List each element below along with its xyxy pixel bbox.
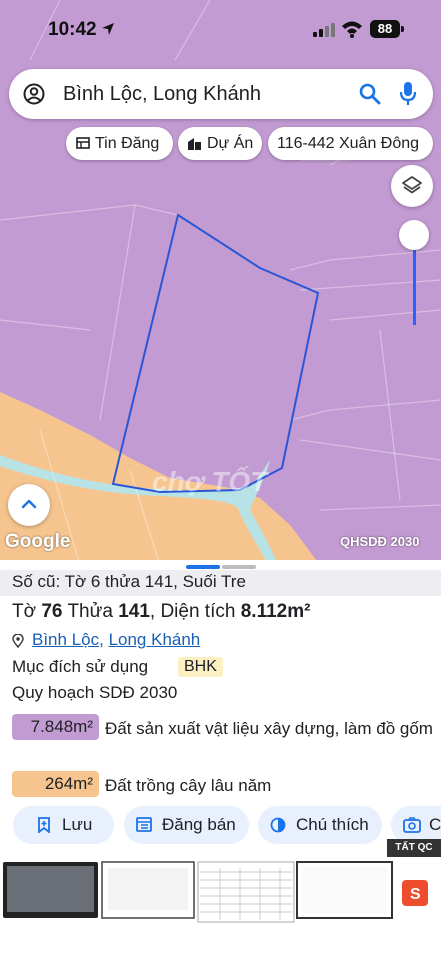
chip-listings-label: Tin Đăng [95, 135, 160, 152]
area-value: 8.112m² [240, 601, 311, 622]
legend-button[interactable]: Chú thích [258, 806, 382, 844]
newspaper-icon [76, 137, 90, 149]
location-arrow-icon [102, 23, 114, 35]
plot-number: 141 [118, 601, 150, 622]
building-icon [188, 138, 201, 150]
parcel-title: Tờ 76 Thửa 141, Diện tích 8.112m² [12, 601, 310, 623]
zone-area-tag: 264m² [12, 771, 99, 797]
bookmark-plus-icon [38, 817, 50, 833]
purpose-label: Mục đích sử dụng [12, 657, 149, 676]
search-icon[interactable] [358, 82, 382, 106]
legend-button-label: Chú thích [296, 815, 369, 834]
chip-projects[interactable]: Dự Án [178, 127, 262, 160]
layers-button[interactable] [391, 165, 433, 207]
status-time: 10:42 [48, 19, 97, 40]
wifi-icon [342, 21, 362, 38]
battery-indicator: 88 [370, 20, 400, 38]
city-link[interactable]: Long Khánh [109, 630, 201, 649]
camera-icon [403, 817, 421, 833]
old-reference-bar: Số cũ: Tờ 6 thửa 141, Suối Tre [0, 570, 441, 596]
plan-title: Quy hoạch SDĐ 2030 [12, 683, 178, 702]
search-query[interactable]: Bình Lộc, Long Khánh [63, 83, 261, 106]
contrast-icon [270, 817, 286, 833]
location-pin-icon [12, 634, 24, 648]
account-icon[interactable] [23, 83, 45, 105]
zoom-slider-knob[interactable] [399, 220, 429, 250]
sheet-number: 76 [41, 601, 63, 622]
address-separator: , [99, 630, 109, 649]
zone-description: Đất trồng cây lâu năm [105, 776, 272, 795]
zoom-slider-track[interactable] [413, 245, 416, 325]
area-label: , Diện tích [149, 601, 236, 622]
hide-ads-button[interactable]: TẤT QC [387, 839, 441, 857]
map-layer-label: QHSDĐ 2030 [340, 534, 420, 549]
expand-sheet-button[interactable] [8, 484, 50, 526]
chip-area-code-label: 116-442 Xuân Đông [277, 135, 420, 152]
search-bar[interactable]: Bình Lộc, Long Khánh [9, 69, 433, 119]
zone-row-1: 7.848m² Đất sản xuất vật liệu xây dựng, … [12, 714, 433, 766]
layers-icon [402, 176, 422, 194]
listing-icon [136, 817, 152, 832]
google-logo: Google [5, 531, 71, 552]
post-for-sale-button[interactable]: Đăng bán [124, 806, 249, 844]
status-bar: 10:42 88 [0, 0, 441, 62]
battery-nub [401, 26, 404, 32]
watermark: chợ TỐT [152, 466, 268, 497]
land-use-purpose: Mục đích sử dụng BHK [12, 657, 223, 677]
svg-text:S: S [410, 886, 421, 903]
zone-area-tag: 7.848m² [12, 714, 99, 740]
chevron-up-icon [21, 499, 37, 509]
chip-area-code[interactable]: 116-442 Xuân Đông [268, 127, 433, 160]
old-reference-text: Số cũ: Tờ 6 thửa 141, Suối Tre [12, 572, 246, 591]
sheet-page-indicator-active[interactable] [186, 565, 220, 569]
save-button-label: Lưu [62, 815, 93, 834]
sheet-page-indicator[interactable] [222, 565, 256, 569]
zone-row-2: 264m² Đất trồng cây lâu năm [12, 771, 432, 799]
zone-description: Đất sản xuất vật liệu xây dựng, làm đồ g… [105, 719, 433, 738]
ad-banner[interactable]: S [0, 858, 441, 930]
signal-icon [313, 23, 335, 37]
purpose-code-badge: BHK [178, 657, 223, 677]
chip-listings[interactable]: Tin Đăng [66, 127, 173, 160]
mic-icon[interactable] [399, 81, 417, 107]
ad-product-images[interactable]: S [0, 858, 441, 930]
commune-link[interactable]: Bình Lộc [32, 630, 99, 649]
plot-label: Thửa [67, 601, 113, 622]
save-button[interactable]: Lưu [13, 806, 114, 844]
sheet-label: Tờ [12, 601, 37, 622]
post-for-sale-label: Đăng bán [162, 815, 236, 834]
chip-projects-label: Dự Án [207, 135, 254, 152]
